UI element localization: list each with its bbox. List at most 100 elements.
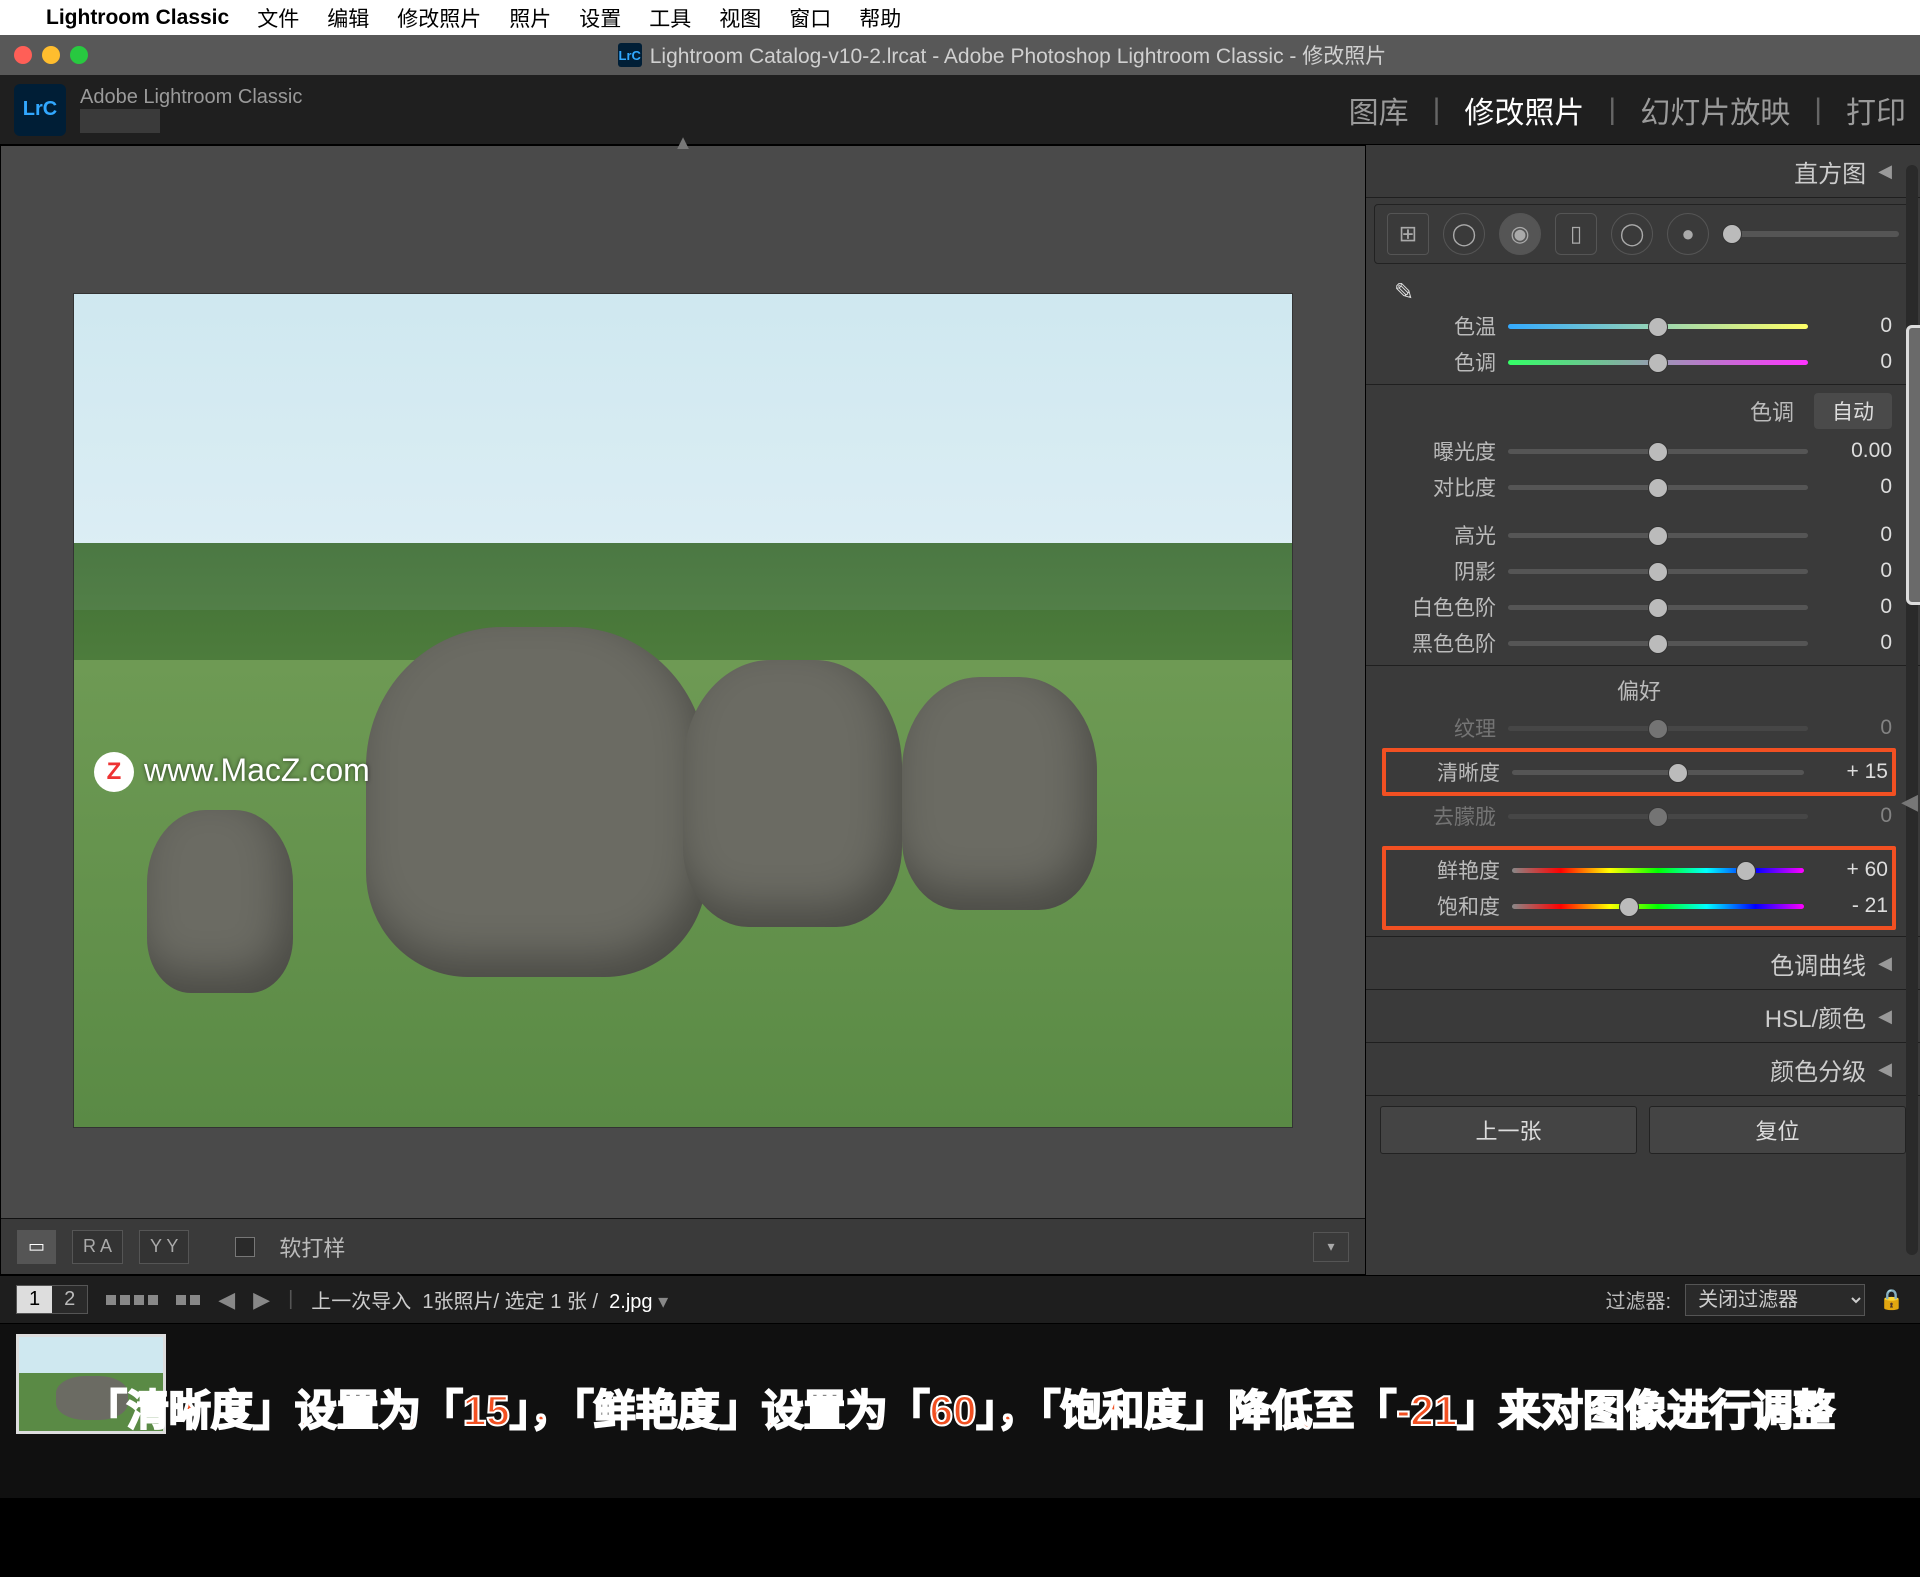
screen-1[interactable]: 1 [17, 1286, 52, 1313]
slider-exposure[interactable]: 曝光度 0.00 [1386, 433, 1892, 469]
screen-2[interactable]: 2 [52, 1286, 87, 1313]
whites-label: 白色色阶 [1386, 592, 1496, 622]
slider-highlights[interactable]: 高光 0 [1386, 517, 1892, 553]
reset-button[interactable]: 复位 [1649, 1106, 1906, 1154]
filter-select[interactable]: 关闭过滤器 [1685, 1284, 1865, 1316]
menu-tools[interactable]: 工具 [649, 3, 691, 33]
filter-lock-icon[interactable]: 🔒 [1879, 1287, 1904, 1312]
lrc-logo-icon: LrC [14, 84, 66, 136]
prev-photo-icon[interactable]: ◀ [218, 1287, 235, 1313]
module-print[interactable]: 打印 [1846, 88, 1906, 132]
next-photo-icon[interactable]: ▶ [253, 1287, 270, 1313]
filmstrip[interactable]: 「清晰度」设置为「15」，「鲜艳度」设置为「60」，「饱和度」降低至「-21」来… [0, 1323, 1920, 1498]
identity-plate[interactable] [80, 109, 160, 133]
collapse-icon[interactable]: ◀ [1878, 953, 1892, 974]
wb-dropper-icon[interactable]: ✎ [1386, 274, 1420, 308]
lrc-badge-icon: LrC [618, 43, 642, 67]
menu-edit[interactable]: 编辑 [327, 3, 369, 33]
menu-window[interactable]: 窗口 [789, 3, 831, 33]
redeye-tool-button[interactable]: ◉ [1499, 213, 1541, 255]
texture-label: 纹理 [1386, 713, 1496, 743]
menu-develop[interactable]: 修改照片 [397, 3, 481, 33]
tonecurve-section[interactable]: 色调曲线◀ [1366, 937, 1920, 990]
chevron-down-icon[interactable]: ▾ [658, 1291, 668, 1313]
texture-value[interactable]: 0 [1820, 716, 1892, 740]
menu-photo[interactable]: 照片 [509, 3, 551, 33]
mac-menubar: Lightroom Classic 文件 编辑 修改照片 照片 设置 工具 视图… [0, 0, 1920, 35]
histogram-section[interactable]: 直方图◀ [1366, 145, 1920, 198]
elephant-shape [147, 810, 293, 993]
exposure-value[interactable]: 0.00 [1820, 439, 1892, 463]
toolbar-more-button[interactable]: ▾ [1313, 1232, 1349, 1262]
collapse-icon[interactable]: ◀ [1878, 1059, 1892, 1080]
blacks-value[interactable]: 0 [1820, 631, 1892, 655]
clarity-value[interactable]: + 15 [1816, 760, 1888, 784]
slider-dehaze[interactable]: 去朦胧 0 [1386, 798, 1892, 834]
tool-strip: ⊞ ◯ ◉ ▯ ◯ ● [1374, 204, 1912, 264]
expand-right-icon[interactable]: ◀ [1901, 789, 1918, 815]
brand-label: Adobe Lightroom Classic [80, 86, 302, 109]
collapse-icon[interactable]: ◀ [1878, 1006, 1892, 1027]
image-viewer[interactable]: ▲ Z www.MacZ.com ▭ R A Y Y 软打样 ▾ [0, 145, 1365, 1275]
before-after-ra-button[interactable]: R A [72, 1230, 123, 1264]
gridview-alt-icon[interactable] [176, 1295, 200, 1305]
gridview-icon[interactable] [106, 1295, 158, 1305]
whites-value[interactable]: 0 [1820, 595, 1892, 619]
slider-tint[interactable]: 色调 0 [1386, 344, 1892, 380]
blacks-label: 黑色色阶 [1386, 628, 1496, 658]
vibrance-label: 鲜艳度 [1390, 855, 1500, 885]
breadcrumb[interactable]: 上一次导入 1张照片/ 选定 1 张 / 2.jpg ▾ [311, 1285, 668, 1314]
loupe-view-button[interactable]: ▭ [17, 1230, 56, 1264]
zoom-icon[interactable] [70, 46, 88, 64]
slider-clarity[interactable]: 清晰度 + 15 [1390, 754, 1888, 790]
slider-whites[interactable]: 白色色阶 0 [1386, 589, 1892, 625]
temp-value[interactable]: 0 [1820, 314, 1892, 338]
crop-tool-button[interactable]: ⊞ [1387, 213, 1429, 255]
menu-file[interactable]: 文件 [257, 3, 299, 33]
menu-settings[interactable]: 设置 [579, 3, 621, 33]
slider-blacks[interactable]: 黑色色阶 0 [1386, 625, 1892, 661]
softproof-checkbox[interactable] [235, 1237, 255, 1257]
module-sep: | [1814, 93, 1822, 127]
auto-tone-button[interactable]: 自动 [1814, 393, 1892, 429]
saturation-value[interactable]: - 21 [1816, 894, 1888, 918]
slider-shadows[interactable]: 阴影 0 [1386, 553, 1892, 589]
colorgrade-section[interactable]: 颜色分级◀ [1366, 1043, 1920, 1096]
exposure-label: 曝光度 [1386, 436, 1496, 466]
menu-help[interactable]: 帮助 [859, 3, 901, 33]
module-library[interactable]: 图库 [1349, 88, 1409, 132]
slider-vibrance[interactable]: 鲜艳度 + 60 [1390, 852, 1888, 888]
prev-button[interactable]: 上一张 [1380, 1106, 1637, 1154]
menubar-app[interactable]: Lightroom Classic [46, 6, 229, 30]
dehaze-value[interactable]: 0 [1820, 804, 1892, 828]
menu-view[interactable]: 视图 [719, 3, 761, 33]
shadows-value[interactable]: 0 [1820, 559, 1892, 583]
elephant-shape [902, 677, 1097, 910]
before-after-yy-button[interactable]: Y Y [139, 1230, 189, 1264]
screen-switch[interactable]: 1 2 [16, 1285, 88, 1314]
tone-section: 色调 自动 曝光度 0.00 对比度 0 高光 0 [1366, 385, 1920, 666]
panel-scrollbar[interactable] [1906, 165, 1918, 1255]
highlights-value[interactable]: 0 [1820, 523, 1892, 547]
collapse-icon[interactable]: ◀ [1878, 161, 1892, 182]
module-slideshow[interactable]: 幻灯片放映 [1640, 88, 1790, 132]
tint-value[interactable]: 0 [1820, 350, 1892, 374]
hsl-section[interactable]: HSL/颜色◀ [1366, 990, 1920, 1043]
module-develop[interactable]: 修改照片 [1464, 88, 1584, 132]
slider-texture[interactable]: 纹理 0 [1386, 710, 1892, 746]
spot-tool-button[interactable]: ◯ [1443, 213, 1485, 255]
contrast-value[interactable]: 0 [1820, 475, 1892, 499]
slider-contrast[interactable]: 对比度 0 [1386, 469, 1892, 505]
slider-saturation[interactable]: 饱和度 - 21 [1390, 888, 1888, 924]
minimize-icon[interactable] [42, 46, 60, 64]
slider-temp[interactable]: 色温 0 [1386, 308, 1892, 344]
filmstrip-thumb[interactable] [16, 1334, 166, 1434]
brush-tool-button[interactable]: ● [1667, 213, 1709, 255]
vibrance-value[interactable]: + 60 [1816, 858, 1888, 882]
grad-tool-button[interactable]: ▯ [1555, 213, 1597, 255]
close-icon[interactable] [14, 46, 32, 64]
tool-amount-slider[interactable] [1723, 231, 1899, 237]
radial-tool-button[interactable]: ◯ [1611, 213, 1653, 255]
scrollbar-thumb[interactable] [1906, 325, 1920, 605]
expand-top-icon[interactable]: ▲ [673, 132, 693, 155]
